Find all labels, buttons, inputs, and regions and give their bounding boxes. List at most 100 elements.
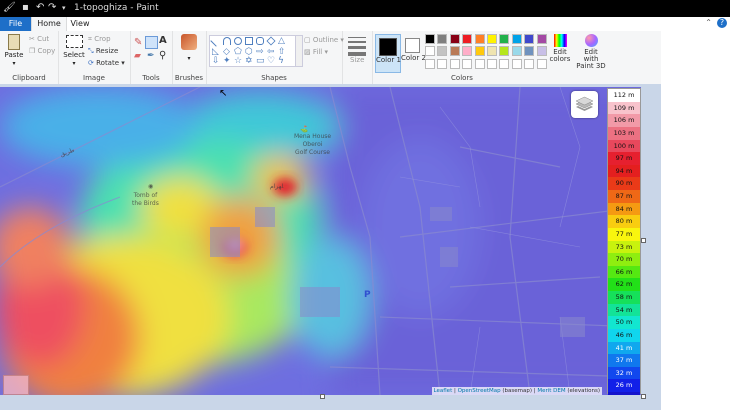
paste-button[interactable]: Paste ▾ <box>3 34 25 67</box>
help-button[interactable]: ? <box>717 18 727 28</box>
resize-handle-corner[interactable] <box>641 394 646 399</box>
copy-button[interactable]: ❐ Copy <box>29 47 55 55</box>
edit-paint3d-button[interactable]: Edit with Paint 3D <box>576 34 606 70</box>
down-arrow-shape-icon[interactable]: ⇩ <box>212 56 220 66</box>
crop-button[interactable]: ⌗ Crop <box>88 35 111 44</box>
save-icon[interactable]: ▪ <box>22 2 29 13</box>
color-picker-icon[interactable]: ✒ <box>147 51 155 61</box>
rectangle-shape-icon[interactable] <box>245 37 253 45</box>
eraser-icon[interactable]: ▰ <box>134 51 141 61</box>
callout-shape-icon[interactable]: ▭ <box>256 56 265 66</box>
layers-button[interactable] <box>571 91 598 118</box>
palette-swatch[interactable] <box>462 46 473 57</box>
mouse-cursor-icon: ↖ <box>219 88 228 99</box>
resize-handle-bottom[interactable] <box>320 394 325 399</box>
palette-swatch[interactable] <box>474 34 485 44</box>
palette-swatch[interactable] <box>437 58 448 69</box>
magnifier-icon[interactable]: ⚲ <box>159 50 166 61</box>
six-point-star-icon[interactable]: ✡ <box>245 56 253 66</box>
palette-swatch[interactable] <box>449 58 460 69</box>
palette-swatch[interactable] <box>524 46 535 57</box>
resize-handle-right[interactable] <box>641 238 646 243</box>
text-tool-icon[interactable]: A <box>159 35 167 46</box>
palette-swatch[interactable] <box>536 58 547 69</box>
fill-button[interactable]: ▨ Fill ▾ <box>304 48 328 56</box>
shapes-scrollbar[interactable] <box>295 35 303 67</box>
legend-item: 41 m <box>608 341 640 355</box>
palette-swatch[interactable] <box>474 46 485 57</box>
triangle-shape-icon[interactable]: △ <box>278 36 285 46</box>
leaflet-link[interactable]: Leaflet <box>434 388 453 394</box>
palette-swatch[interactable] <box>487 46 497 57</box>
pencil-icon[interactable]: ✎ <box>134 37 142 48</box>
palette-swatch[interactable] <box>449 34 460 44</box>
color1-button[interactable]: Color 1 <box>375 34 401 73</box>
parking-label: P <box>364 290 371 300</box>
legend-item: 46 m <box>608 328 640 342</box>
edit-colors-button[interactable]: Edit colors <box>548 34 572 63</box>
collapse-ribbon-icon[interactable]: ⌃ <box>705 18 712 27</box>
five-point-star-icon[interactable]: ☆ <box>234 56 242 66</box>
palette-swatch[interactable] <box>499 34 510 44</box>
curve-shape-icon[interactable] <box>223 37 231 45</box>
customize-toolbar-icon[interactable]: ▾ <box>62 4 66 12</box>
palette-swatch[interactable] <box>449 46 460 57</box>
tab-home[interactable]: Home <box>31 17 67 31</box>
heart-shape-icon[interactable]: ♡ <box>267 56 275 66</box>
golf-course-label: Mena House Oberoi Golf Course <box>294 133 331 157</box>
palette-swatch[interactable] <box>511 34 522 44</box>
palette-swatch[interactable] <box>524 58 535 69</box>
palette-swatch[interactable] <box>437 34 448 44</box>
legend-item: 90 m <box>608 177 640 190</box>
palette-swatch[interactable] <box>425 58 435 69</box>
size-button[interactable] <box>348 37 366 56</box>
tab-view[interactable]: View <box>66 17 94 31</box>
rotate-button[interactable]: ⟳ Rotate ▾ <box>88 59 125 67</box>
golf-label: Golf Course <box>295 149 331 156</box>
palette-swatch[interactable] <box>462 34 473 44</box>
outline-label: Outline <box>312 36 339 44</box>
palette-swatch[interactable] <box>487 58 497 69</box>
legend-item: 50 m <box>608 316 640 329</box>
palette-swatch[interactable] <box>437 46 448 57</box>
palette-swatch[interactable] <box>425 34 435 44</box>
legend-item: 66 m <box>608 265 640 279</box>
palette-swatch[interactable] <box>462 58 473 69</box>
oval-shape-icon[interactable] <box>234 37 242 45</box>
rounded-rectangle-shape-icon[interactable] <box>256 37 264 45</box>
outline-button[interactable]: ▢ Outline ▾ <box>304 36 344 44</box>
edit-colors-label: Edit colors <box>549 48 571 63</box>
fill-bucket-icon[interactable] <box>145 36 158 49</box>
legend-item: 94 m <box>608 164 640 178</box>
select-button[interactable]: Select ▾ <box>63 35 85 67</box>
palette-swatch[interactable] <box>425 46 435 57</box>
palette-swatch[interactable] <box>511 58 522 69</box>
palette-swatch[interactable] <box>487 34 497 44</box>
palette-swatch[interactable] <box>524 34 535 44</box>
undo-icon[interactable]: ↶ <box>36 2 44 13</box>
golf-icon: ⛳ <box>300 125 309 133</box>
palette-swatch[interactable] <box>536 34 547 44</box>
legend-item: 109 m <box>608 101 640 115</box>
tab-file[interactable]: File <box>0 17 31 31</box>
mena-house-label: Mena House <box>294 133 332 140</box>
palette-swatch[interactable] <box>474 58 485 69</box>
cut-button[interactable]: ✂ Cut <box>29 35 49 43</box>
palette-swatch[interactable] <box>536 46 547 57</box>
four-point-star-icon[interactable]: ✦ <box>223 56 231 66</box>
palette-swatch[interactable] <box>511 46 522 57</box>
image-group: Select ▾ ⌗ Crop ⤡ Resize ⟳ Rotate ▾ Image <box>58 31 131 84</box>
merit-dem-link[interactable]: Merit DEM <box>537 388 565 394</box>
canvas-image[interactable]: ⛳ Mena House Oberoi Golf Course ◉ Tomb o… <box>0 87 641 395</box>
color2-button[interactable]: Color 2 <box>401 34 426 71</box>
redo-icon[interactable]: ↷ <box>48 2 56 13</box>
layers-icon <box>575 96 594 111</box>
palette-swatch[interactable] <box>499 58 510 69</box>
edit-paint3d-label: Edit with Paint 3D <box>576 48 606 70</box>
legend-item: 37 m <box>608 354 640 367</box>
osm-link[interactable]: OpenStreetMap <box>458 388 501 394</box>
lightning-shape-icon[interactable]: ϟ <box>278 56 284 66</box>
brushes-button[interactable]: ▾ <box>176 34 202 62</box>
palette-swatch[interactable] <box>499 46 510 57</box>
resize-button[interactable]: ⤡ Resize <box>88 47 118 56</box>
